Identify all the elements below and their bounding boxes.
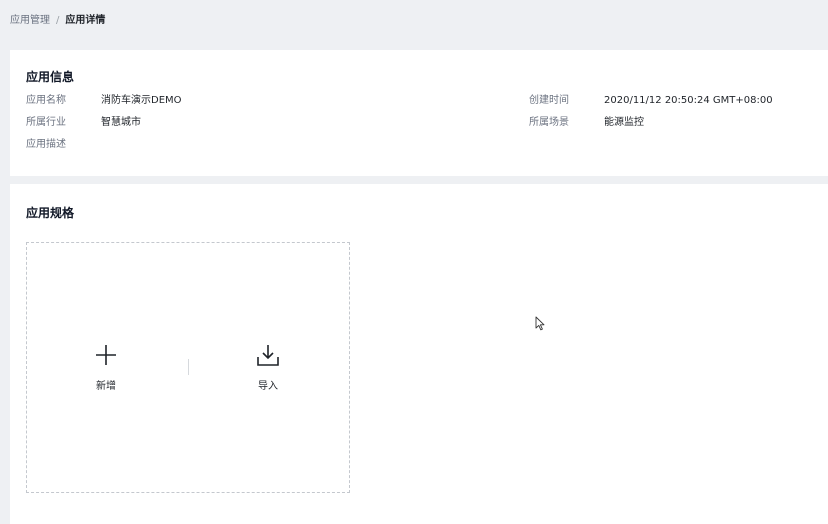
field-label: 所属场景 [529,117,569,128]
field-label: 所属行业 [26,117,66,128]
download-icon [257,345,279,366]
app-spec-card: 应用规格 新增 导入 [10,184,828,524]
import-spec-label: 导入 [258,381,278,392]
app-spec-title: 应用规格 [26,206,75,220]
mouse-cursor-icon [535,316,545,331]
breadcrumb-current: 应用详情 [65,15,106,26]
spec-empty-box: 新增 导入 [26,242,350,493]
add-spec-button[interactable]: 新增 [94,343,118,392]
field-label: 创建时间 [529,95,569,106]
breadcrumb-separator: / [56,15,60,26]
field-value: 消防车演示DEMO [101,95,182,106]
actions-divider [188,359,189,375]
field-description: 应用描述 [26,138,101,152]
field-app-name: 应用名称 消防车演示DEMO [26,94,182,108]
import-spec-button[interactable]: 导入 [256,343,280,392]
field-label: 应用名称 [26,95,66,106]
field-industry: 所属行业 智慧城市 [26,116,141,130]
field-value: 智慧城市 [101,117,141,128]
plus-icon [96,345,116,365]
field-value: 2020/11/12 20:50:24 GMT+08:00 [604,95,773,106]
field-value: 能源监控 [604,117,644,128]
app-info-card: 应用信息 应用名称 消防车演示DEMO 所属行业 智慧城市 应用描述 创建时间 … [10,50,828,176]
field-scenario: 所属场景 能源监控 [529,116,644,130]
add-spec-label: 新增 [96,381,116,392]
breadcrumb-parent-link[interactable]: 应用管理 [10,14,50,28]
app-info-title: 应用信息 [26,70,75,84]
breadcrumb: 应用管理 / 应用详情 [10,14,105,28]
field-label: 应用描述 [26,139,66,150]
field-created-at: 创建时间 2020/11/12 20:50:24 GMT+08:00 [529,94,773,108]
